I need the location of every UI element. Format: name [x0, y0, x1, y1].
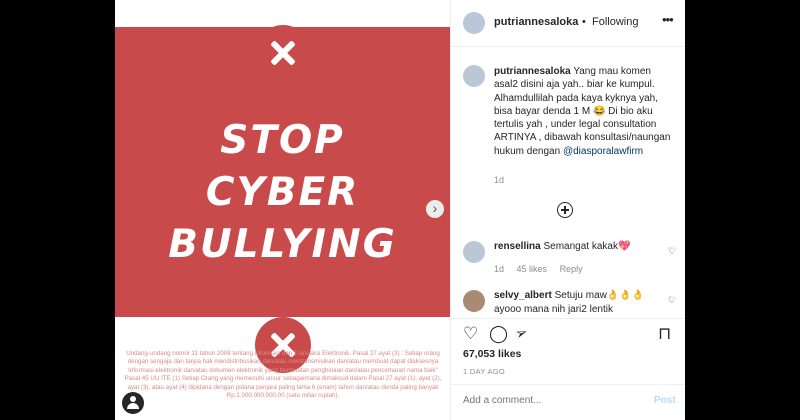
- following-button[interactable]: Following: [592, 16, 638, 28]
- post-sidebar: putriannesaloka • Following ••• putriann…: [450, 0, 685, 420]
- legal-text: Undang-undang nomor 11 tahun 2008 tentan…: [124, 350, 442, 400]
- headline-line-1: STOP: [220, 118, 345, 163]
- header-username[interactable]: putriannesaloka: [494, 16, 578, 28]
- bookmark-icon[interactable]: ⊓: [658, 324, 671, 344]
- comment-like-icon[interactable]: ♡: [668, 295, 676, 306]
- post-header: putriannesaloka • Following •••: [451, 0, 685, 47]
- top-x-badge: [255, 25, 311, 81]
- mention-link[interactable]: @diasporalawfirm: [563, 146, 643, 157]
- share-plane-icon[interactable]: ➢: [512, 322, 531, 343]
- caption-text: Yang mau komen asal2 disini aja yah.. bi…: [494, 66, 671, 157]
- load-more-comments-icon[interactable]: [557, 202, 573, 218]
- post-date[interactable]: 1 DAY AGO: [463, 367, 505, 376]
- post-actions: ♡ ◯ ➢ ⊓ 67,053 likes 1 DAY AGO Post: [451, 318, 685, 419]
- post-button[interactable]: Post: [654, 395, 676, 406]
- headline-line-3: BULLYING: [168, 222, 397, 267]
- add-comment-input[interactable]: [463, 395, 623, 406]
- post-modal: STOP CYBER BULLYING Undang-undang nomor …: [115, 0, 685, 420]
- comment-like-icon[interactable]: ♡: [668, 246, 676, 257]
- caption-avatar[interactable]: [463, 65, 485, 87]
- comment-item: rensellina Semangat kakak💖: [494, 240, 654, 254]
- comment-likes[interactable]: 45 likes: [517, 264, 548, 274]
- comment-avatar[interactable]: [463, 290, 485, 312]
- like-heart-icon[interactable]: ♡: [463, 324, 478, 344]
- add-comment-row: Post: [451, 384, 685, 420]
- comment-text: Semangat kakak💖: [543, 241, 631, 252]
- post-image[interactable]: STOP CYBER BULLYING Undang-undang nomor …: [115, 0, 450, 420]
- user-tag-icon[interactable]: [122, 392, 144, 414]
- caption-timestamp: 1d: [494, 175, 505, 185]
- separator-dot: •: [582, 16, 586, 28]
- comment-reply[interactable]: Reply: [560, 264, 583, 274]
- post-caption: putriannesaloka Yang mau komen asal2 dis…: [494, 65, 674, 158]
- red-banner: STOP CYBER BULLYING: [115, 25, 450, 373]
- headline-line-2: CYBER: [205, 170, 360, 215]
- comment-meta: 1d 45 likes Reply: [494, 264, 593, 274]
- comment-avatar[interactable]: [463, 241, 485, 263]
- next-image-arrow-icon[interactable]: ›: [426, 200, 444, 218]
- headline: STOP CYBER BULLYING: [115, 115, 450, 271]
- more-options-icon[interactable]: •••: [662, 12, 674, 27]
- comment-username[interactable]: selvy_albert: [494, 290, 552, 301]
- x-mark-icon: [255, 25, 311, 81]
- likes-count[interactable]: 67,053 likes: [463, 348, 521, 360]
- avatar[interactable]: [463, 12, 485, 34]
- comment-time: 1d: [494, 264, 505, 274]
- comment-bubble-icon[interactable]: ◯: [489, 324, 508, 344]
- caption-username[interactable]: putriannesaloka: [494, 66, 571, 77]
- comment-item: selvy_albert Setuju maw👌👌👌 ayooo mana ni…: [494, 289, 654, 316]
- comment-username[interactable]: rensellina: [494, 241, 541, 252]
